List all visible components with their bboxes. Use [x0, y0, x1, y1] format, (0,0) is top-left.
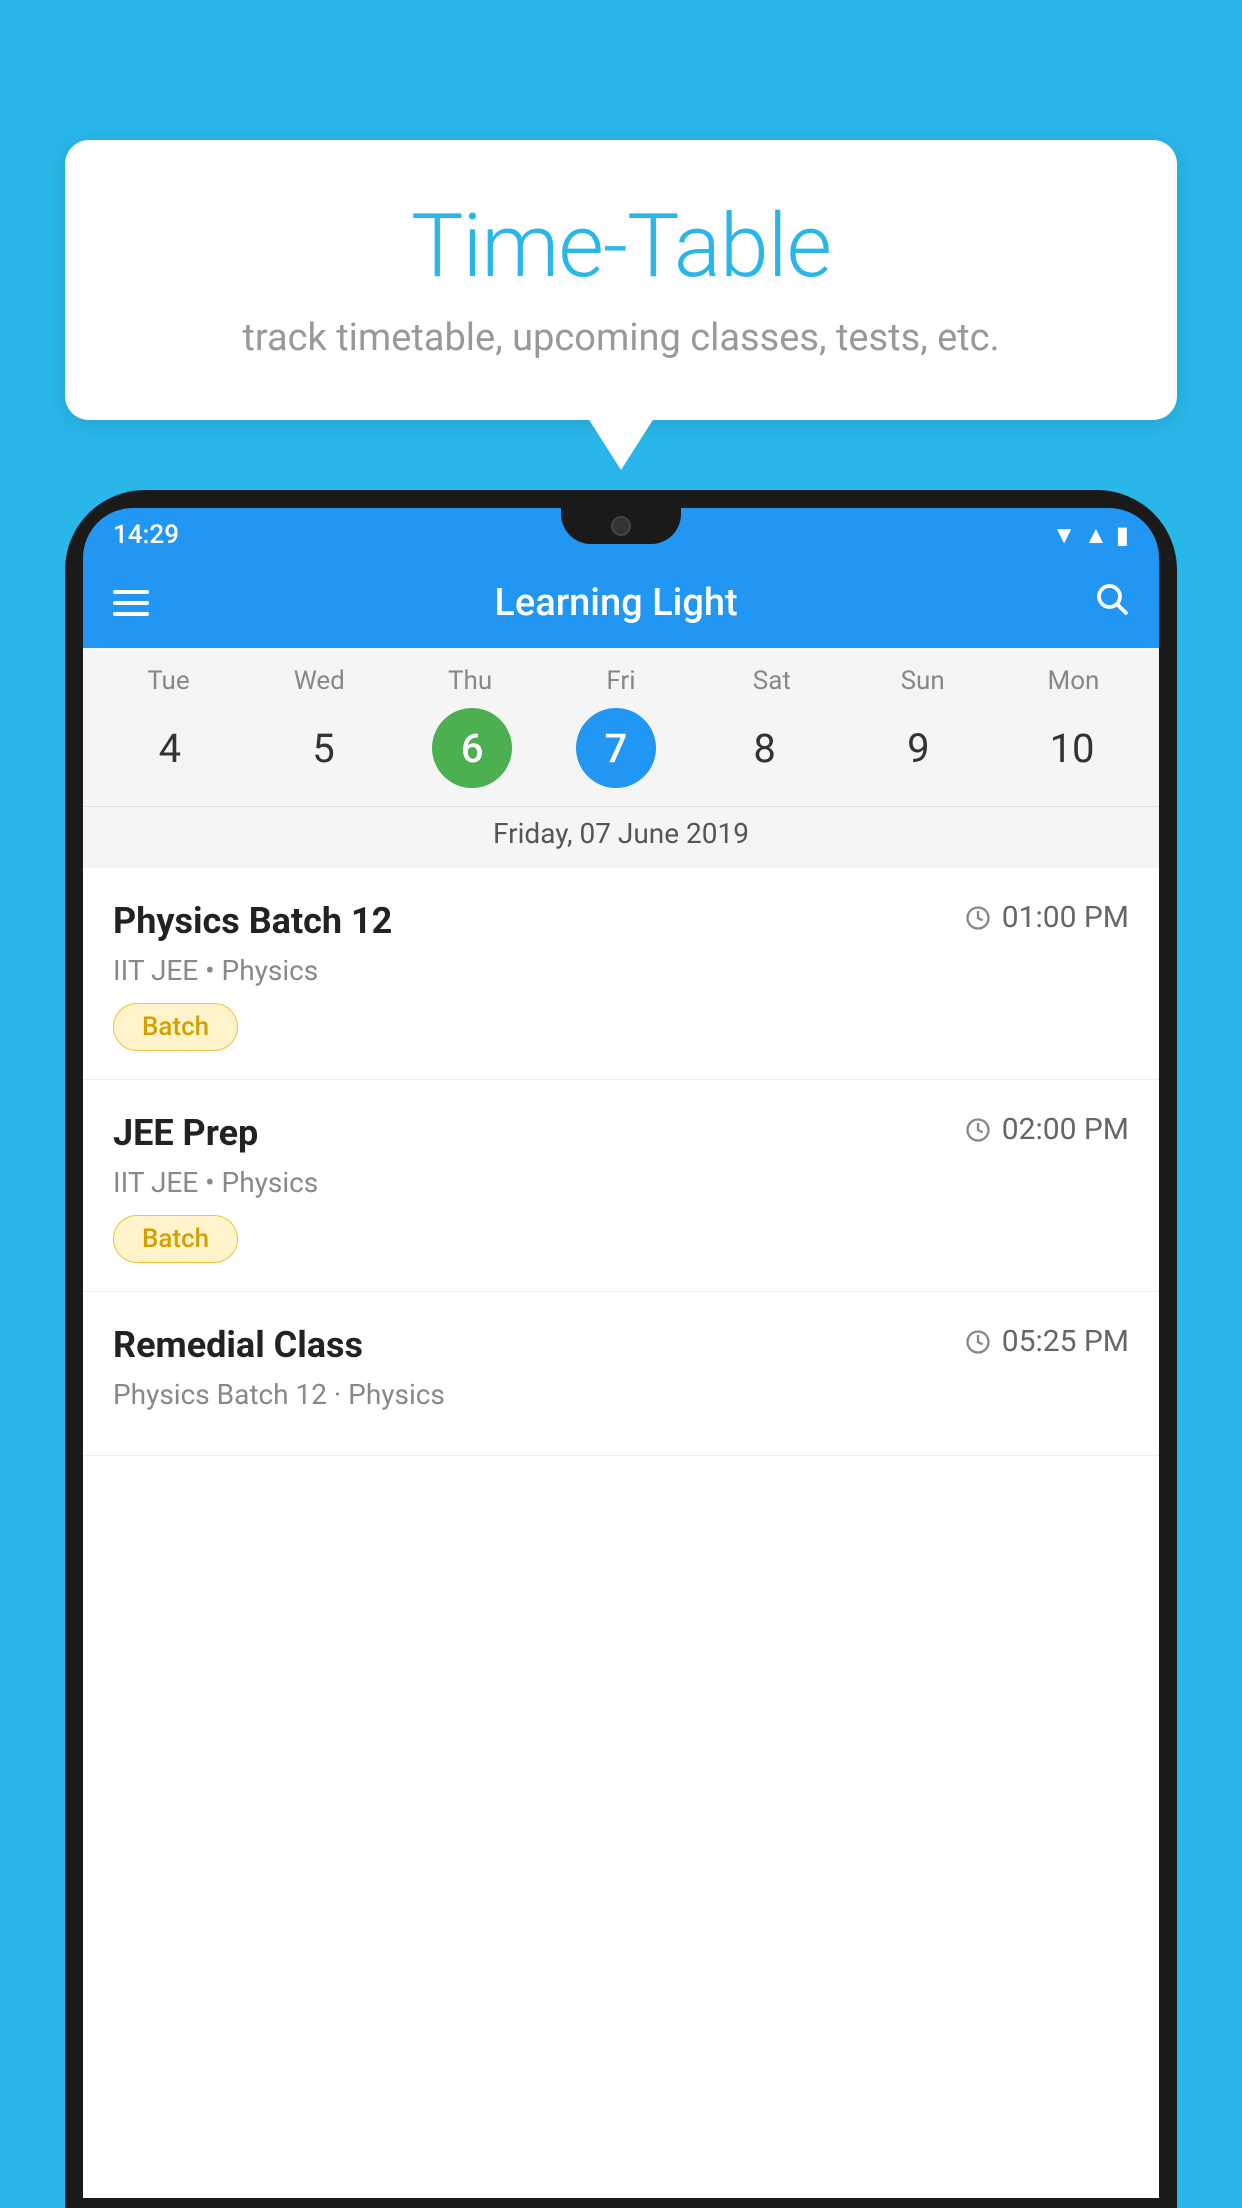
clock-icon-1	[964, 904, 992, 932]
phone-outer: 14:29 ▼ ▲ ▮ Learning Light	[65, 490, 1177, 2208]
day-header-fri: Fri	[576, 666, 666, 696]
phone-time: 14:29	[113, 520, 179, 550]
class-time-1: 01:00 PM	[964, 900, 1129, 935]
selected-date-label: Friday, 07 June 2019	[83, 806, 1159, 868]
class-item-jee-prep[interactable]: JEE Prep 02:00 PM IIT JEE • Physics Batc…	[83, 1080, 1159, 1292]
class-item-physics-batch-12[interactable]: Physics Batch 12 01:00 PM IIT JEE • Phys…	[83, 868, 1159, 1080]
class-list: Physics Batch 12 01:00 PM IIT JEE • Phys…	[83, 868, 1159, 1456]
class-meta-1: IIT JEE • Physics	[113, 954, 1129, 987]
speech-bubble-container: Time-Table track timetable, upcoming cla…	[65, 140, 1177, 420]
class-time-text-1: 01:00 PM	[1002, 900, 1129, 935]
clock-icon-3	[964, 1328, 992, 1356]
phone-notch	[561, 508, 681, 544]
camera-dot	[611, 516, 631, 536]
day-6-today[interactable]: 6	[432, 708, 512, 788]
class-name-1: Physics Batch 12	[113, 900, 392, 942]
class-item-remedial[interactable]: Remedial Class 05:25 PM Physics Batch 12…	[83, 1292, 1159, 1456]
class-time-text-3: 05:25 PM	[1002, 1324, 1129, 1359]
batch-badge-1: Batch	[113, 1003, 238, 1051]
battery-icon: ▮	[1116, 521, 1129, 549]
class-item-header-3: Remedial Class 05:25 PM	[113, 1324, 1129, 1366]
phone-screen: Learning Light Tue Wed Thu Fri	[83, 558, 1159, 2198]
bubble-subtitle: track timetable, upcoming classes, tests…	[125, 316, 1117, 360]
wifi-icon: ▼	[1052, 521, 1076, 550]
class-item-header-1: Physics Batch 12 01:00 PM	[113, 900, 1129, 942]
app-title: Learning Light	[173, 581, 1059, 625]
class-time-text-2: 02:00 PM	[1002, 1112, 1129, 1147]
day-header-mon: Mon	[1028, 666, 1118, 696]
batch-badge-2: Batch	[113, 1215, 238, 1263]
day-10[interactable]: 10	[1027, 708, 1117, 788]
class-time-2: 02:00 PM	[964, 1112, 1129, 1147]
class-name-2: JEE Prep	[113, 1112, 258, 1154]
day-header-tue: Tue	[123, 666, 213, 696]
hamburger-menu-icon[interactable]	[113, 590, 149, 616]
status-icons: ▼ ▲ ▮	[1052, 521, 1129, 550]
search-icon[interactable]	[1093, 580, 1129, 626]
speech-bubble: Time-Table track timetable, upcoming cla…	[65, 140, 1177, 420]
day-numbers: 4 5 6 7 8 9 10	[83, 708, 1159, 806]
day-5[interactable]: 5	[279, 708, 369, 788]
day-header-sun: Sun	[878, 666, 968, 696]
day-4[interactable]: 4	[125, 708, 215, 788]
status-bar: 14:29 ▼ ▲ ▮	[83, 508, 1159, 558]
day-header-wed: Wed	[274, 666, 364, 696]
day-9[interactable]: 9	[873, 708, 963, 788]
signal-icon: ▲	[1084, 521, 1108, 550]
day-headers: Tue Wed Thu Fri Sat Sun Mon	[83, 666, 1159, 708]
day-8[interactable]: 8	[720, 708, 810, 788]
class-meta-2: IIT JEE • Physics	[113, 1166, 1129, 1199]
phone-frame: 14:29 ▼ ▲ ▮ Learning Light	[65, 490, 1177, 2208]
clock-icon-2	[964, 1116, 992, 1144]
day-header-thu: Thu	[425, 666, 515, 696]
day-header-sat: Sat	[727, 666, 817, 696]
class-name-3: Remedial Class	[113, 1324, 363, 1366]
class-meta-3: Physics Batch 12 · Physics	[113, 1378, 1129, 1411]
app-header: Learning Light	[83, 558, 1159, 648]
bubble-title: Time-Table	[125, 195, 1117, 298]
class-item-header-2: JEE Prep 02:00 PM	[113, 1112, 1129, 1154]
day-7-selected[interactable]: 7	[576, 708, 656, 788]
calendar-strip: Tue Wed Thu Fri Sat Sun Mon 4 5 6 7 8	[83, 648, 1159, 868]
class-time-3: 05:25 PM	[964, 1324, 1129, 1359]
